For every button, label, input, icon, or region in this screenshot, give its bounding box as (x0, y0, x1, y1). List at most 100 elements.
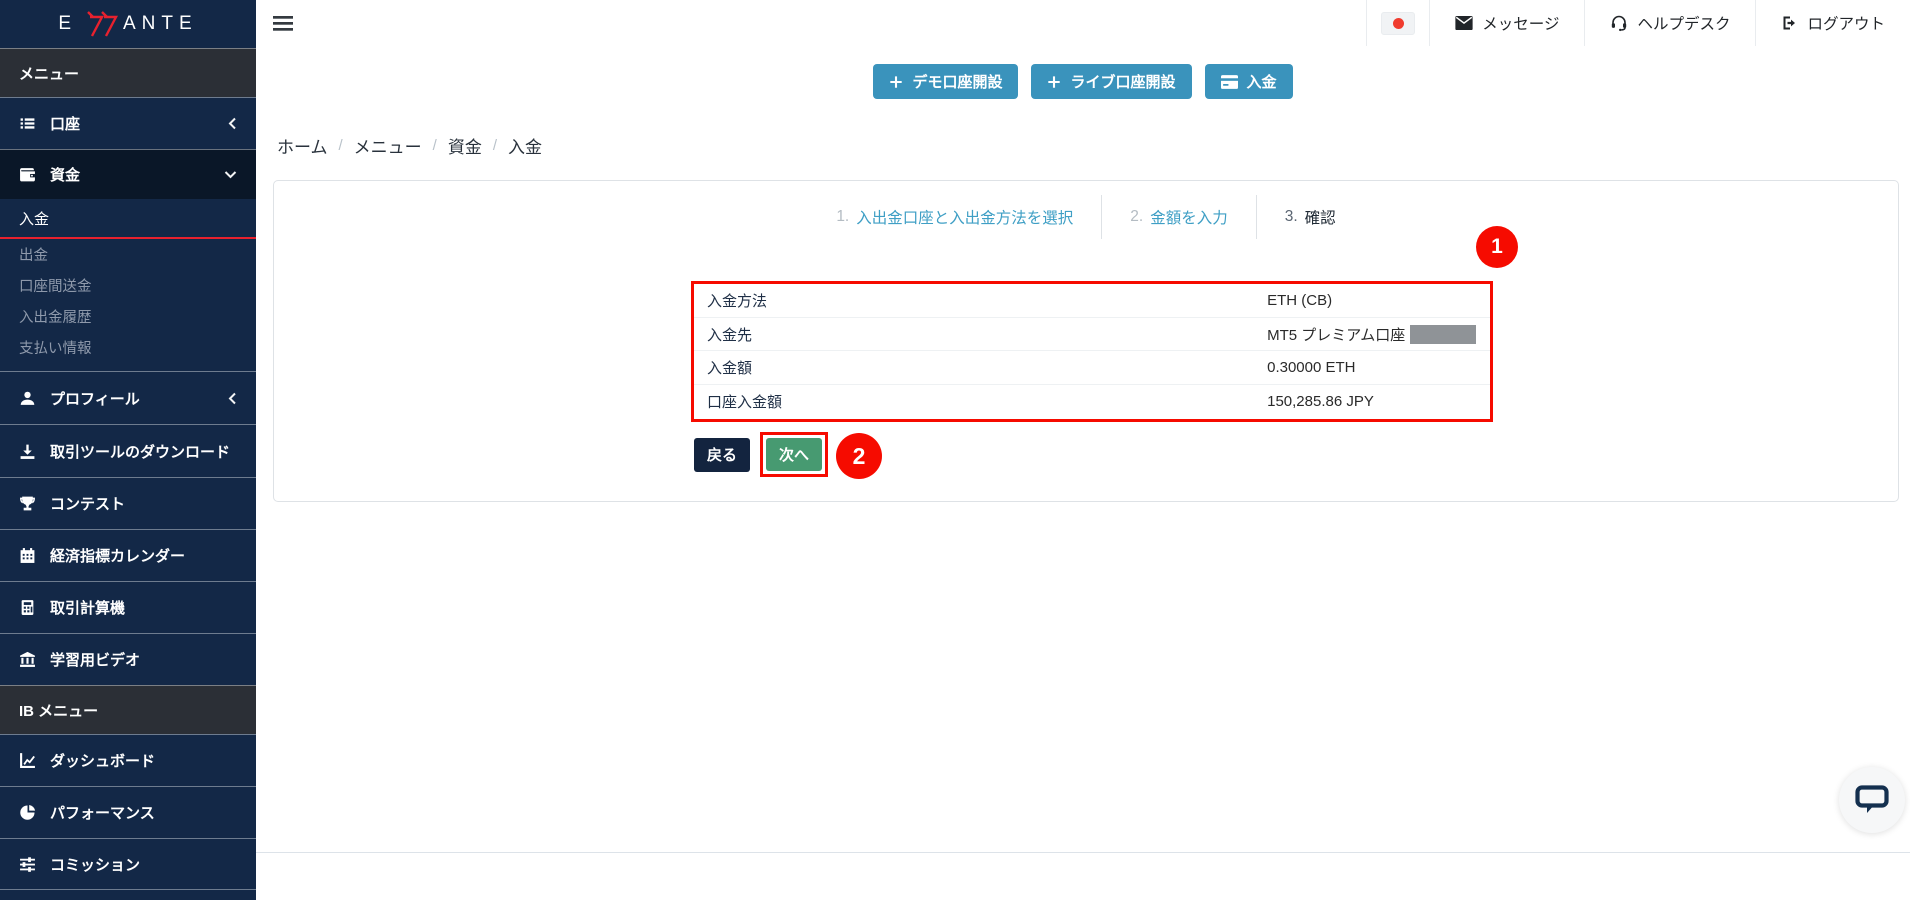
topbar-right-group: メッセージ ヘルプデスク ログアウト (1366, 0, 1910, 46)
sidebar-subitem-transfer[interactable]: 口座間送金 (0, 270, 256, 301)
sidebar-item-funds[interactable]: 資金 (0, 149, 256, 199)
back-button[interactable]: 戻る (694, 437, 751, 472)
table-row-deposit-destination: 入金先 MT5 プレミアム口座 (694, 318, 1490, 352)
open-demo-account-button[interactable]: デモ口座開設 (873, 64, 1019, 99)
sidebar-item-dashboard-label: ダッシュボード (50, 753, 156, 770)
breadcrumb-funds[interactable]: 資金 (448, 133, 482, 158)
open-live-account-label: ライブ口座開設 (1070, 74, 1176, 91)
sidebar-item-trading-calculator-label: 取引計算機 (50, 600, 126, 617)
sidebar-item-accounts[interactable]: 口座 (0, 97, 256, 149)
sidebar-subitem-history-label: 入出金履歴 (19, 310, 92, 326)
wallet-icon (20, 168, 35, 182)
top-bar: メッセージ ヘルプデスク ログアウト (256, 0, 1910, 46)
credit-card-icon (1220, 74, 1238, 89)
chat-bubble-icon (1855, 785, 1889, 813)
sliders-icon (20, 856, 35, 872)
deposit-amount-value: 0.30000 ETH (1267, 359, 1356, 377)
wizard-step-3-number: 3. (1284, 208, 1298, 225)
breadcrumb-separator: / (492, 137, 498, 154)
pie-chart-icon (20, 804, 36, 820)
chevron-left-icon (228, 117, 236, 130)
sidebar-item-trading-calculator[interactable]: 取引計算機 (0, 581, 256, 633)
sidebar-section-ib-menu: IB メニュー (0, 685, 256, 734)
account-action-buttons: デモ口座開設 ライブ口座開設 入金 (256, 64, 1910, 99)
wizard-step-1-number: 1. (836, 208, 850, 225)
deposit-destination-account: MT5 プレミアム口座 (1267, 326, 1406, 344)
download-icon (20, 444, 35, 459)
sidebar-item-learning-videos[interactable]: 学習用ビデオ (0, 633, 256, 685)
sidebar-item-performance-label: パフォーマンス (50, 805, 155, 822)
deposit-amount-label: 入金額 (707, 360, 753, 378)
chart-line-icon (20, 753, 35, 768)
annotation-badge-1: 1 (1476, 226, 1518, 268)
table-row-deposit-method: 入金方法 ETH (CB) (694, 284, 1490, 318)
messages-button[interactable]: メッセージ (1429, 0, 1584, 46)
sidebar-subitem-deposit[interactable]: 入金 (0, 199, 256, 239)
logout-button[interactable]: ログアウト (1755, 0, 1910, 46)
sidebar: E ANTE メニュー 口座 資金 入金 出金 口座間送金 入出金履歴 支払い情… (0, 0, 256, 900)
breadcrumb-menu[interactable]: メニュー (354, 133, 422, 158)
sidebar-subitem-deposit-label: 入金 (19, 210, 50, 228)
next-button[interactable]: 次へ (766, 438, 823, 471)
redacted-account-number (1410, 324, 1477, 344)
chevron-down-icon (224, 171, 237, 179)
sidebar-section-menu: メニュー (0, 48, 256, 97)
breadcrumb: ホーム / メニュー / 資金 / 入金 (277, 133, 542, 158)
next-button-annotation-box: 次へ (760, 432, 829, 477)
logout-icon (1783, 16, 1796, 30)
sidebar-item-contest[interactable]: コンテスト (0, 477, 256, 529)
sidebar-item-profile[interactable]: プロフィール (0, 371, 256, 424)
logo-letter-e: E (58, 13, 77, 34)
footer-divider (256, 852, 1910, 853)
deposit-button[interactable]: 入金 (1204, 64, 1293, 99)
japan-flag-icon (1381, 11, 1416, 35)
open-live-account-button[interactable]: ライブ口座開設 (1031, 64, 1192, 99)
user-icon (20, 391, 35, 405)
envelope-icon (1455, 16, 1473, 30)
annotation-badge-2: 2 (836, 433, 882, 479)
sidebar-subitem-withdraw[interactable]: 出金 (0, 239, 256, 270)
sidebar-subitem-history[interactable]: 入出金履歴 (0, 301, 256, 332)
wizard-step-2[interactable]: 2. 金額を入力 (1101, 195, 1255, 239)
sidebar-item-accounts-label: 口座 (50, 116, 81, 133)
sidebar-section-menu-label: メニュー (19, 65, 80, 83)
sidebar-item-economic-calendar-label: 経済指標カレンダー (50, 548, 186, 565)
sidebar-item-learning-videos-label: 学習用ビデオ (50, 652, 141, 669)
deposit-wizard-card: 1. 入出金口座と入出金方法を選択 2. 金額を入力 3. 確認 入金方法 ET… (273, 180, 1899, 502)
sidebar-subitem-payment-info-label: 支払い情報 (19, 341, 92, 357)
headset-icon (1612, 15, 1627, 32)
breadcrumb-separator: / (432, 137, 437, 154)
breadcrumb-home[interactable]: ホーム (277, 133, 328, 158)
plus-icon (1048, 75, 1061, 88)
bank-icon (20, 651, 35, 667)
hamburger-menu-icon[interactable] (273, 15, 293, 31)
helpdesk-button[interactable]: ヘルプデスク (1584, 0, 1755, 46)
sidebar-item-dashboard[interactable]: ダッシュボード (0, 734, 256, 786)
deposit-summary-table-annotated: 入金方法 ETH (CB) 入金先 MT5 プレミアム口座 入金額 0.3000… (691, 281, 1493, 422)
sidebar-item-trading-tools-download[interactable]: 取引ツールのダウンロード (0, 424, 256, 477)
wizard-step-2-number: 2. (1130, 208, 1144, 225)
sidebar-item-commission[interactable]: コミッション (0, 838, 256, 890)
calculator-icon (21, 600, 34, 615)
deposit-method-label: 入金方法 (707, 292, 768, 310)
sidebar-subitem-payment-info[interactable]: 支払い情報 (0, 332, 256, 363)
sidebar-item-contest-label: コンテスト (50, 496, 126, 513)
open-demo-account-label: デモ口座開設 (912, 74, 1003, 91)
sidebar-subitem-transfer-label: 口座間送金 (19, 279, 92, 295)
calendar-icon (20, 548, 35, 563)
table-row-deposit-amount: 入金額 0.30000 ETH (694, 351, 1490, 386)
messages-label: メッセージ (1482, 16, 1560, 33)
errante-logo[interactable]: E ANTE (0, 0, 256, 48)
sidebar-item-performance[interactable]: パフォーマンス (0, 786, 256, 838)
wizard-step-1-label: 入出金口座と入出金方法を選択 (856, 210, 1074, 227)
deposit-method-value: ETH (CB) (1267, 291, 1333, 309)
breadcrumb-separator: / (338, 137, 343, 154)
logout-label: ログアウト (1807, 16, 1885, 33)
submenu-spacer (0, 363, 256, 371)
language-selector[interactable] (1366, 0, 1429, 46)
logo-letters-ante: ANTE (123, 13, 198, 34)
logo-rr-icon (87, 11, 118, 37)
live-chat-button[interactable] (1839, 767, 1905, 833)
wizard-step-1[interactable]: 1. 入出金口座と入出金方法を選択 (808, 195, 1101, 239)
sidebar-item-economic-calendar[interactable]: 経済指標カレンダー (0, 529, 256, 581)
